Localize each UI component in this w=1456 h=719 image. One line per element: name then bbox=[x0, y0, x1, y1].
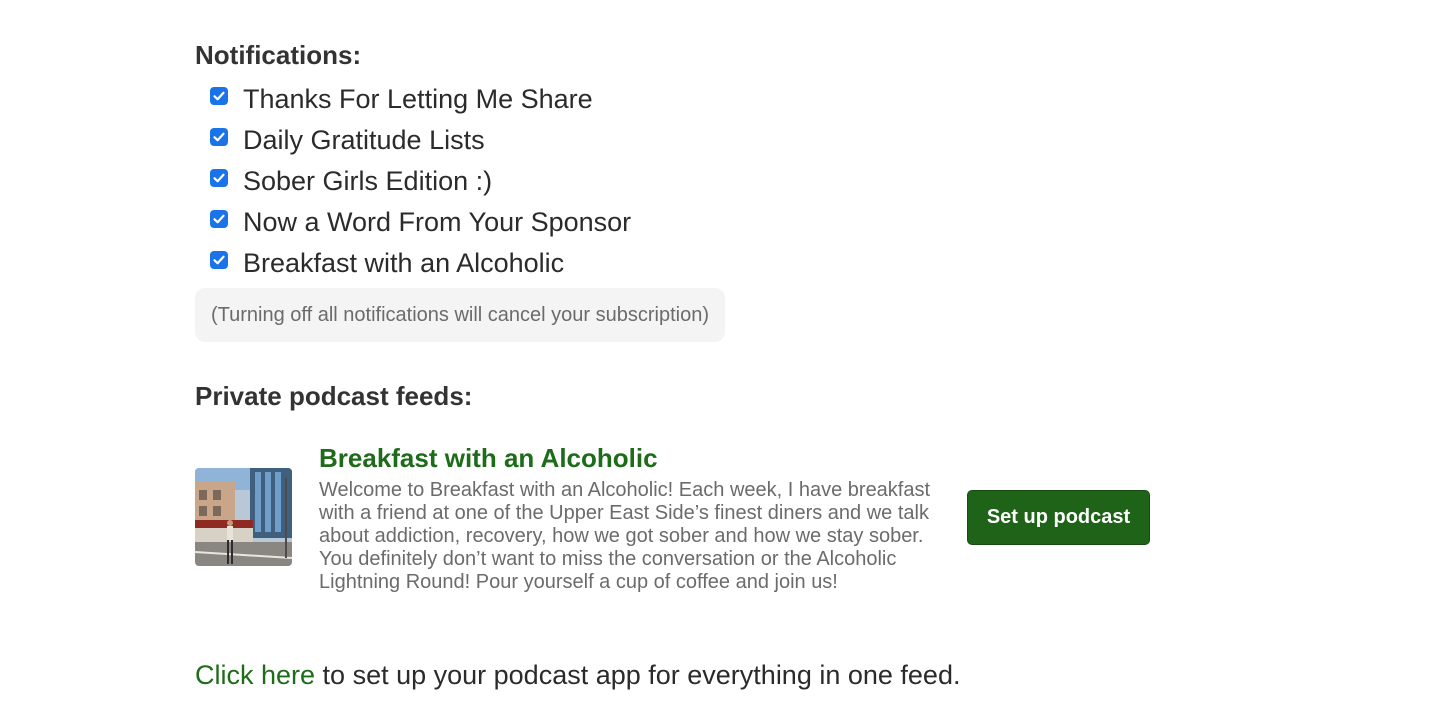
notification-item: Breakfast with an Alcoholic bbox=[210, 243, 631, 284]
checkmark-icon bbox=[213, 132, 225, 142]
notification-item: Daily Gratitude Lists bbox=[210, 120, 631, 161]
one-feed-instructions: Click here to set up your podcast app fo… bbox=[195, 660, 960, 691]
one-feed-text: to set up your podcast app for everythin… bbox=[315, 660, 961, 690]
notifications-heading: Notifications: bbox=[195, 40, 362, 70]
podcast-feed-description: Welcome to Breakfast with an Alcoholic! … bbox=[319, 479, 931, 593]
notification-label: Sober Girls Edition :) bbox=[243, 166, 493, 196]
podcast-cover-image bbox=[195, 468, 292, 566]
podcast-feeds-heading: Private podcast feeds: bbox=[195, 381, 473, 411]
checkmark-icon bbox=[213, 255, 225, 265]
checkmark-icon bbox=[213, 91, 225, 101]
checkbox-checked[interactable] bbox=[210, 251, 228, 269]
notification-label: Breakfast with an Alcoholic bbox=[243, 248, 565, 278]
click-here-link[interactable]: Click here bbox=[195, 660, 315, 690]
street-photo-image bbox=[195, 468, 292, 566]
checkbox-checked[interactable] bbox=[210, 169, 228, 187]
set-up-podcast-button[interactable]: Set up podcast bbox=[967, 490, 1150, 545]
notification-label: Now a Word From Your Sponsor bbox=[243, 207, 632, 237]
checkmark-icon bbox=[213, 214, 225, 224]
checkbox-checked[interactable] bbox=[210, 210, 228, 228]
notification-item: Sober Girls Edition :) bbox=[210, 161, 631, 202]
notification-label: Daily Gratitude Lists bbox=[243, 125, 485, 155]
unsubscribe-notice: (Turning off all notifications will canc… bbox=[195, 288, 725, 342]
notification-item: Now a Word From Your Sponsor bbox=[210, 202, 631, 243]
notification-item: Thanks For Letting Me Share bbox=[210, 79, 631, 120]
checkbox-checked[interactable] bbox=[210, 128, 228, 146]
checkbox-checked[interactable] bbox=[210, 87, 228, 105]
settings-page: Notifications: Thanks For Letting Me Sha… bbox=[0, 0, 1456, 719]
checkmark-icon bbox=[213, 173, 225, 183]
podcast-feed-title[interactable]: Breakfast with an Alcoholic bbox=[319, 443, 658, 474]
notification-label: Thanks For Letting Me Share bbox=[243, 84, 593, 114]
notifications-list: Thanks For Letting Me Share Daily Gratit… bbox=[210, 79, 631, 284]
